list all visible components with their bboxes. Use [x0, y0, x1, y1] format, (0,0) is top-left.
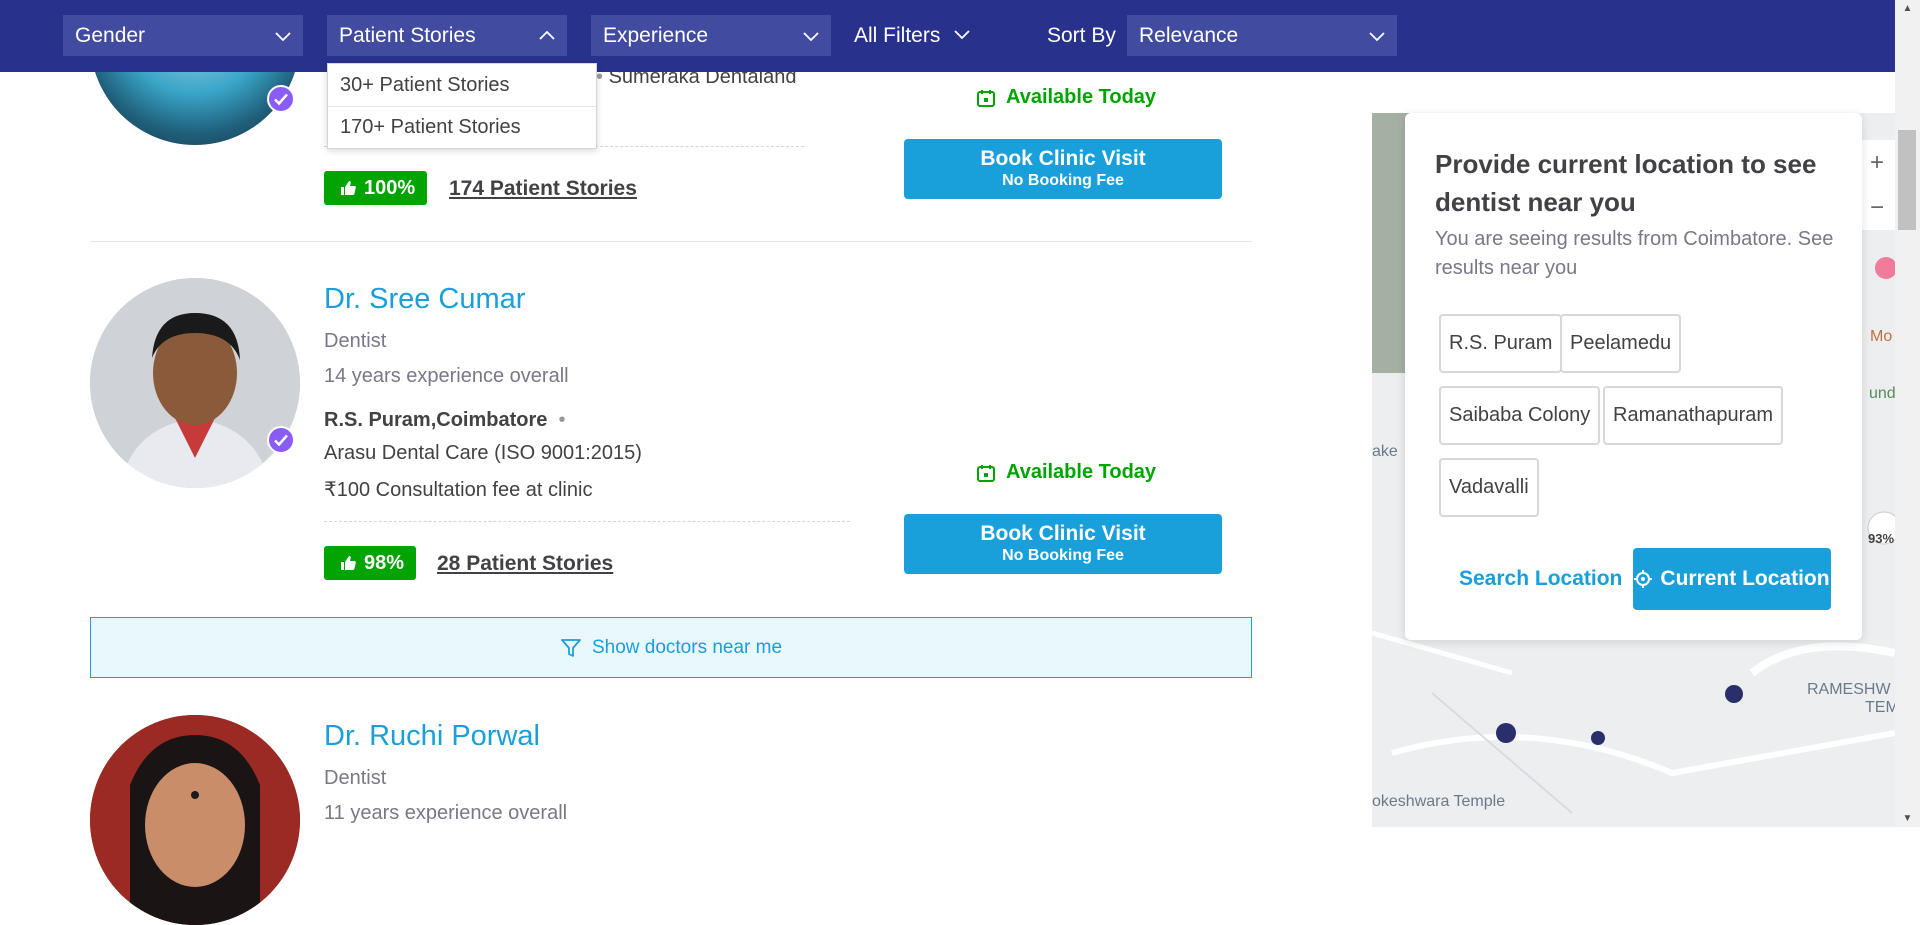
clinic-name[interactable]: Arasu Dental Care (ISO 9001:2015): [324, 442, 642, 465]
availability: Available Today: [976, 86, 1156, 109]
doctor-experience: 11 years experience overall: [324, 802, 568, 824]
verified-badge-icon: [267, 85, 295, 113]
all-filters-label: All Filters: [854, 23, 941, 47]
doctor-name[interactable]: Dr. Sree Cumar: [324, 283, 525, 316]
rating-value: 98%: [364, 551, 405, 574]
rating-value: 100%: [364, 176, 416, 199]
doctor-specialty: Dentist: [324, 767, 387, 789]
book-clinic-visit-button[interactable]: Book Clinic Visit No Booking Fee: [904, 139, 1222, 199]
experience-filter-dropdown[interactable]: Experience: [591, 15, 831, 56]
scroll-up-arrow-icon[interactable]: ▲: [1895, 0, 1920, 17]
experience-filter-label: Experience: [603, 23, 709, 47]
patient-stories-filter-dropdown[interactable]: Patient Stories: [327, 15, 567, 56]
chevron-down-icon: [954, 24, 970, 48]
menu-item[interactable]: 30+ Patient Stories: [328, 64, 596, 106]
divider: [324, 521, 850, 522]
sort-by-dropdown[interactable]: Relevance: [1127, 15, 1397, 56]
thumbs-up-icon: [341, 556, 356, 570]
gender-filter-dropdown[interactable]: Gender: [63, 15, 303, 56]
search-location-link[interactable]: Search Location: [1459, 567, 1622, 591]
patient-stories-menu: 30+ Patient Stories 170+ Patient Stories: [327, 63, 597, 149]
location-text: R.S. Puram,Coimbatore: [324, 409, 548, 431]
gender-filter-label: Gender: [75, 23, 146, 47]
card-divider: [90, 241, 1252, 242]
doctor-name[interactable]: Dr. Ruchi Porwal: [324, 720, 540, 753]
patient-stories-link[interactable]: 28 Patient Stories: [437, 552, 613, 576]
location-chip[interactable]: Peelamedu: [1560, 314, 1682, 373]
thumbs-up-icon: [341, 181, 356, 195]
consultation-fee: ₹100 Consultation fee at clinic: [324, 479, 593, 501]
availability: Available Today: [976, 461, 1156, 484]
book-button-label: Book Clinic Visit: [980, 147, 1146, 170]
near-me-label: Show doctors near me: [591, 636, 783, 658]
sort-by-label: Sort By: [1047, 23, 1116, 47]
book-clinic-visit-button[interactable]: Book Clinic Visit No Booking Fee: [904, 514, 1222, 574]
chevron-down-icon: [803, 28, 819, 44]
map-label: okeshwara Temple: [1372, 793, 1506, 810]
calendar-icon: [977, 464, 995, 482]
map-rating-marker[interactable]: 93%: [1868, 531, 1894, 546]
rating-badge: 98%: [324, 546, 417, 580]
location-panel-subtitle: You are seeing results from Coimbatore. …: [1435, 228, 1834, 279]
doctor-experience: 14 years experience overall: [324, 365, 569, 387]
current-location-button[interactable]: Current Location: [1633, 548, 1831, 610]
scrollbar[interactable]: [1895, 0, 1920, 827]
map-label: ake: [1372, 443, 1398, 460]
location-chip[interactable]: Ramanathapuram: [1603, 386, 1784, 445]
book-button-sublabel: No Booking Fee: [1002, 547, 1124, 564]
chevron-down-icon: [1369, 28, 1385, 44]
map-label: und: [1869, 385, 1895, 402]
show-doctors-near-me-button[interactable]: Show doctors near me: [90, 617, 1252, 678]
all-filters-button[interactable]: All Filters: [854, 15, 970, 56]
book-button-label: Book Clinic Visit: [980, 522, 1146, 545]
filter-icon: [561, 638, 581, 657]
doctor-specialty: Dentist: [324, 330, 387, 352]
filter-bar: Gender Patient Stories Experience All Fi…: [0, 0, 1895, 72]
scroll-down-arrow-icon[interactable]: ▼: [1895, 810, 1920, 827]
patient-stories-filter-label: Patient Stories: [339, 23, 476, 47]
doctor-avatar[interactable]: [90, 278, 300, 488]
map-label: RAMESHW: [1807, 681, 1891, 698]
map-zoom-controls: + −: [1858, 140, 1895, 230]
location-chip[interactable]: Vadavalli: [1439, 458, 1539, 517]
chevron-up-icon: [539, 28, 555, 44]
book-button-sublabel: No Booking Fee: [1002, 172, 1124, 189]
sort-by-value: Relevance: [1139, 23, 1239, 47]
doctor-location[interactable]: R.S. Puram,Coimbatore •: [324, 409, 566, 432]
zoom-out-button[interactable]: −: [1859, 185, 1895, 230]
location-chip[interactable]: R.S. Puram: [1439, 314, 1563, 373]
menu-item[interactable]: 170+ Patient Stories: [328, 106, 596, 148]
zoom-in-button[interactable]: +: [1859, 140, 1895, 185]
rating-badge: 100%: [324, 171, 428, 205]
doctor-avatar[interactable]: [90, 715, 300, 925]
availability-text: Available Today: [1006, 461, 1157, 483]
availability-text: Available Today: [1006, 86, 1157, 108]
calendar-icon: [977, 89, 995, 107]
chevron-down-icon: [275, 28, 291, 44]
map-label: Mo: [1870, 328, 1893, 345]
location-target-icon: [1634, 570, 1653, 588]
location-panel: Provide current location to see dentist …: [1405, 113, 1862, 640]
map-label: TEM: [1865, 699, 1895, 716]
verified-badge-icon: [267, 426, 295, 454]
location-chip[interactable]: Saibaba Colony: [1439, 386, 1601, 445]
patient-stories-link[interactable]: 174 Patient Stories: [449, 177, 637, 201]
current-location-label: Current Location: [1660, 567, 1830, 590]
location-panel-title: Provide current location to see dentist …: [1435, 149, 1817, 217]
scrollbar-thumb[interactable]: [1898, 130, 1916, 230]
